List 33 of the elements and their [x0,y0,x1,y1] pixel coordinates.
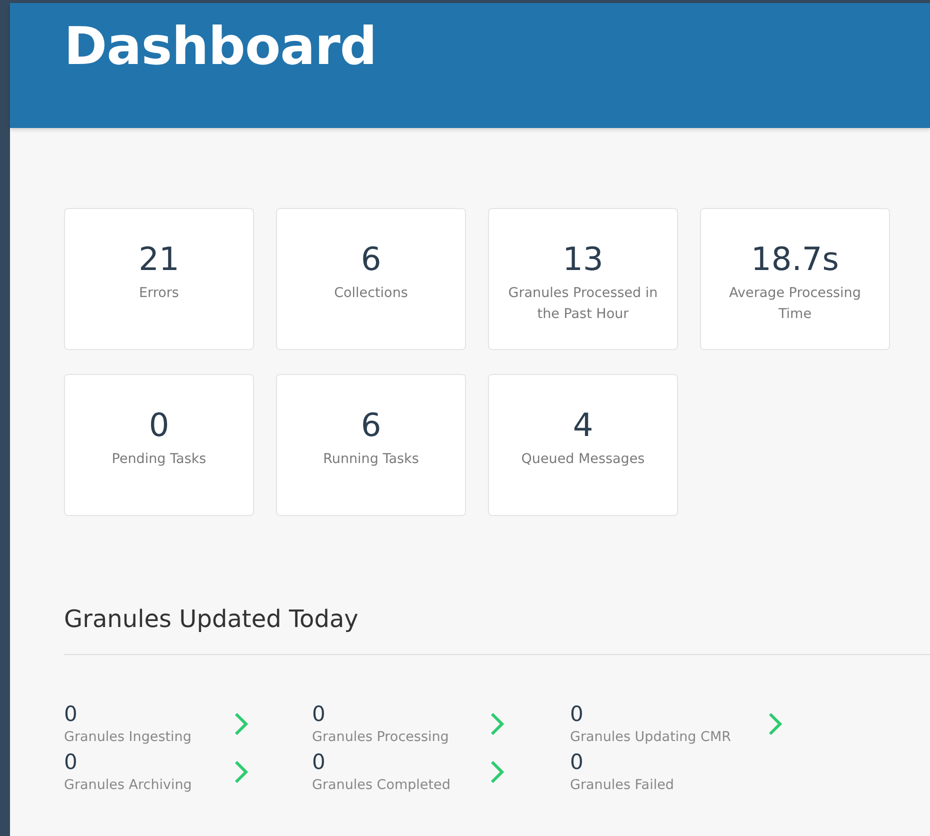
stat-label: Granules Processed in the Past Hour [507,284,659,324]
granule-label: Granules Archiving [64,776,193,795]
stat-value: 6 [360,239,382,279]
chevron-right-icon[interactable] [490,712,504,736]
stat-value: 13 [562,239,604,279]
stat-value: 21 [138,239,180,279]
stat-label: Errors [139,284,179,303]
stat-value: 18.7s [751,239,839,279]
granule-count: 0 [64,701,78,727]
granule-count: 0 [570,701,584,727]
granule-label: Granules Failed [570,776,675,795]
stat-value: 6 [360,405,382,445]
granule-label: Granules Updating CMR [570,728,732,747]
chevron-right-icon[interactable] [234,760,248,784]
granule-label: Granules Completed [312,776,452,795]
granule-count: 0 [570,749,584,775]
granule-count: 0 [312,749,326,775]
stat-label: Queued Messages [521,450,645,469]
stat-value: 0 [148,405,170,445]
chevron-right-icon[interactable] [234,712,248,736]
granule-label: Granules Processing [312,728,450,747]
stat-label: Pending Tasks [112,450,206,469]
page-title: Dashboard [64,16,378,79]
stat-label: Running Tasks [323,450,419,469]
chevron-right-icon[interactable] [768,712,782,736]
granule-count: 0 [312,701,326,727]
granule-label: Granules Ingesting [64,728,192,747]
chevron-right-icon[interactable] [490,760,504,784]
stat-value: 4 [572,405,594,445]
granule-count: 0 [64,749,78,775]
stat-label: Average Processing Time [728,284,862,324]
stat-label: Collections [334,284,408,303]
section-heading: Granules Updated Today [64,604,360,634]
